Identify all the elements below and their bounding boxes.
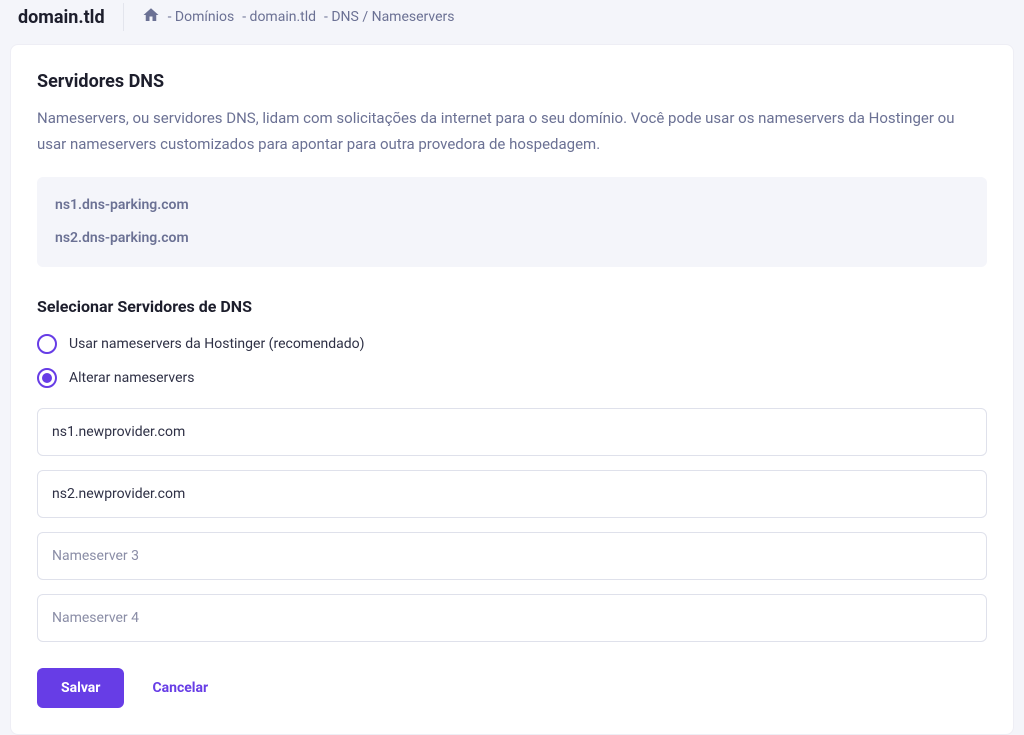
radio-icon-selected bbox=[37, 368, 57, 388]
radio-icon bbox=[37, 334, 57, 354]
nameserver-3-input[interactable] bbox=[37, 532, 987, 580]
radio-use-hostinger[interactable]: Usar nameservers da Hostinger (recomenda… bbox=[37, 334, 987, 354]
breadcrumb: - Domínios - domain.tld - DNS / Nameserv… bbox=[142, 6, 455, 28]
page-header: domain.tld - Domínios - domain.tld - DNS… bbox=[0, 0, 1024, 34]
breadcrumb-item-domain[interactable]: - domain.tld bbox=[242, 9, 316, 25]
nameserver-1-input[interactable] bbox=[37, 408, 987, 456]
radio-dot-icon bbox=[42, 373, 52, 383]
save-button[interactable]: Salvar bbox=[37, 668, 124, 708]
current-ns2: ns2.dns-parking.com bbox=[55, 228, 969, 249]
radio-label-change: Alterar nameservers bbox=[69, 370, 195, 386]
radio-group: Usar nameservers da Hostinger (recomenda… bbox=[37, 334, 987, 388]
nameserver-4-input[interactable] bbox=[37, 594, 987, 642]
breadcrumb-item-dominios[interactable]: - Domínios bbox=[168, 9, 235, 25]
radio-change-nameservers[interactable]: Alterar nameservers bbox=[37, 368, 987, 388]
button-row: Salvar Cancelar bbox=[37, 668, 987, 708]
breadcrumb-item-dns: - DNS / Nameservers bbox=[324, 9, 454, 25]
home-icon[interactable] bbox=[142, 6, 160, 28]
dns-card: Servidores DNS Nameservers, ou servidore… bbox=[10, 44, 1014, 735]
nameserver-2-input[interactable] bbox=[37, 470, 987, 518]
card-title: Servidores DNS bbox=[37, 71, 987, 92]
card-description: Nameservers, ou servidores DNS, lidam co… bbox=[37, 106, 987, 157]
section-title: Selecionar Servidores de DNS bbox=[37, 297, 987, 316]
cancel-button[interactable]: Cancelar bbox=[152, 680, 208, 696]
domain-title: domain.tld bbox=[18, 7, 123, 28]
current-ns1: ns1.dns-parking.com bbox=[55, 195, 969, 216]
header-divider bbox=[123, 3, 124, 31]
current-nameservers-box: ns1.dns-parking.com ns2.dns-parking.com bbox=[37, 177, 987, 267]
radio-label-hostinger: Usar nameservers da Hostinger (recomenda… bbox=[69, 336, 365, 352]
